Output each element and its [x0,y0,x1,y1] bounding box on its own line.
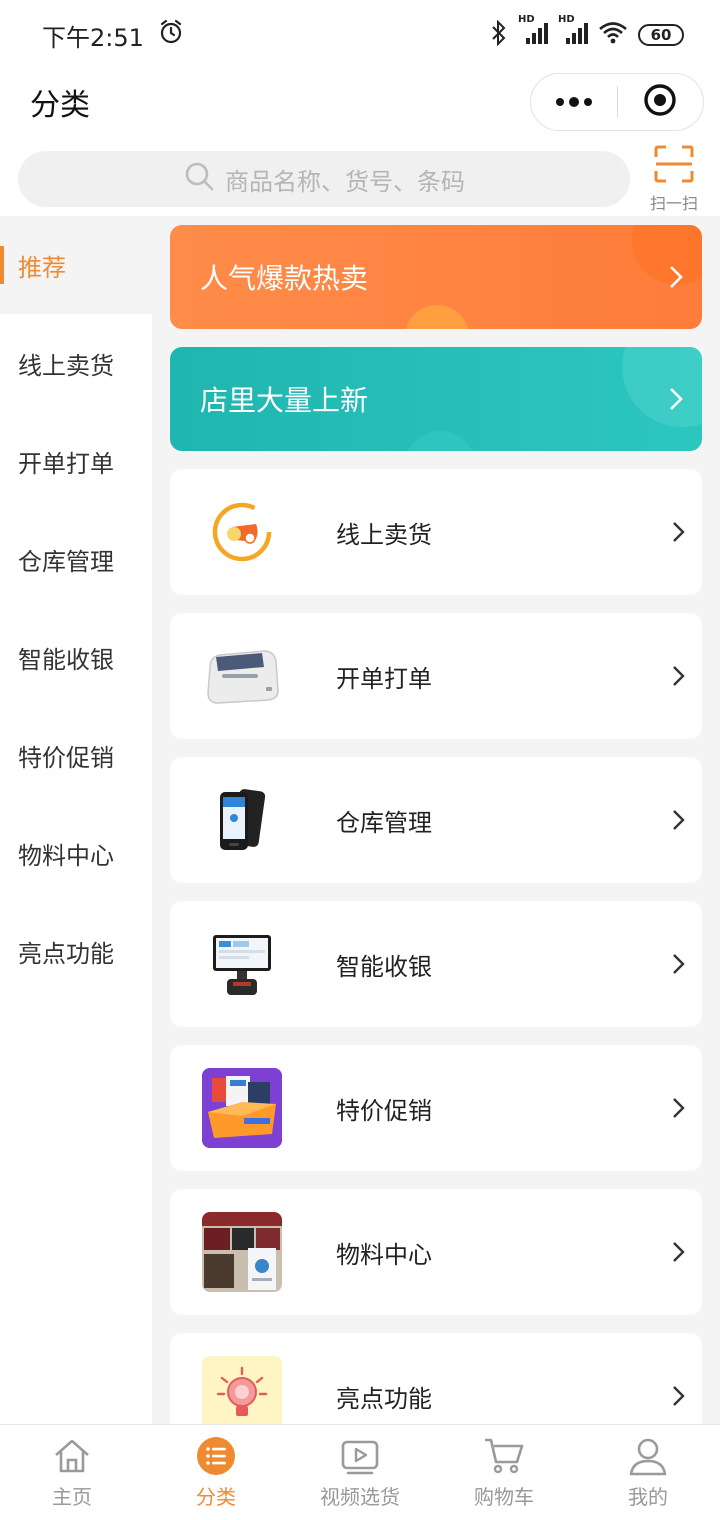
sidebar-item-smart-cashier[interactable]: 智能收银 [0,608,152,706]
sidebar-item-label: 智能收银 [18,645,114,674]
sidebar-item-billing[interactable]: 开单打单 [0,412,152,510]
banner-decoration [622,347,702,427]
tab-cart[interactable]: 购物车 [432,1425,576,1520]
sidebar-item-label: 亮点功能 [18,939,114,968]
chevron-right-icon [673,1098,685,1118]
alarm-icon [158,19,184,51]
bottom-tab-bar: 主页 分类 视频选货 购物车 我的 [0,1424,720,1520]
category-card-promotion[interactable]: 特价促销 [170,1045,702,1171]
category-main: 人气爆款热卖 店里大量上新 线上卖货 开单打单 仓库管理 智能收银 特价促销 物… [170,216,702,1424]
sidebar-item-online-sales[interactable]: 线上卖货 [0,314,152,412]
tab-label: 购物车 [474,1485,534,1509]
chevron-right-icon [673,1242,685,1262]
category-sidebar: 推荐 线上卖货 开单打单 仓库管理 智能收银 特价促销 物料中心 亮点功能 [0,216,152,1424]
pos-terminal-icon [202,924,282,1004]
sidebar-item-label: 线上卖货 [18,351,114,380]
page-title: 分类 [30,88,90,123]
sidebar-item-warehouse[interactable]: 仓库管理 [0,510,152,608]
tab-category[interactable]: 分类 [144,1425,288,1520]
battery-indicator: 60 [638,24,684,46]
scan-icon [653,144,695,188]
tab-label: 分类 [196,1485,236,1509]
search-icon [183,160,215,198]
signal-icon-1: HD [518,14,548,50]
tab-video-selection[interactable]: 视频选货 [288,1425,432,1520]
category-card-smart-cashier[interactable]: 智能收银 [170,901,702,1027]
scan-button[interactable]: 扫一扫 [646,144,702,214]
chevron-right-icon [673,1386,685,1406]
category-card-highlights[interactable]: 亮点功能 [170,1333,702,1424]
search-row: 商品名称、货号、条码 扫一扫 [0,142,720,216]
signal-icon-2: HD [558,14,588,50]
category-card-warehouse[interactable]: 仓库管理 [170,757,702,883]
banner-decoration [405,305,469,329]
handheld-scanner-icon [202,780,282,860]
sidebar-item-promotion[interactable]: 特价促销 [0,706,152,804]
video-play-icon [340,1435,380,1477]
more-button[interactable] [531,74,617,130]
more-dots-icon [554,93,594,112]
category-card-materials[interactable]: 物料中心 [170,1189,702,1315]
user-icon [628,1435,668,1477]
banner-decoration [632,225,702,285]
app-header: 分类 [0,70,720,134]
promotion-box-icon [202,1068,282,1148]
lightbulb-icon [202,1356,282,1424]
status-bar: 下午2:51 HD HD 60 [0,0,720,70]
bluetooth-icon [490,19,508,50]
chevron-right-icon [670,266,683,288]
miniprogram-capsule [530,73,704,131]
tab-label: 主页 [52,1485,92,1509]
tab-home[interactable]: 主页 [0,1425,144,1520]
banner-label: 店里大量上新 [200,384,369,417]
online-sales-icon [202,492,282,572]
tab-label: 我的 [628,1485,668,1509]
tab-label: 视频选货 [320,1485,400,1509]
status-time: 下午2:51 [42,23,144,52]
sidebar-item-label: 物料中心 [18,841,114,870]
search-placeholder: 商品名称、货号、条码 [225,167,465,196]
close-miniprogram-button[interactable] [618,74,704,130]
category-card-online-sales[interactable]: 线上卖货 [170,469,702,595]
chevron-right-icon [673,810,685,830]
home-icon [52,1435,92,1477]
card-label: 物料中心 [336,1240,432,1269]
cart-icon [483,1435,525,1477]
sidebar-item-label: 特价促销 [18,743,114,772]
scan-label: 扫一扫 [649,194,698,213]
card-label: 仓库管理 [336,808,432,837]
search-input[interactable]: 商品名称、货号、条码 [18,151,630,207]
new-arrivals-banner[interactable]: 店里大量上新 [170,347,702,451]
category-list-icon [196,1435,236,1477]
chevron-right-icon [673,522,685,542]
banner-decoration [405,431,475,451]
chevron-right-icon [670,388,683,410]
materials-shelf-icon [202,1212,282,1292]
category-content: 推荐 线上卖货 开单打单 仓库管理 智能收银 特价促销 物料中心 亮点功能 人气… [0,216,720,1424]
sidebar-item-materials[interactable]: 物料中心 [0,804,152,902]
category-card-billing[interactable]: 开单打单 [170,613,702,739]
chevron-right-icon [673,666,685,686]
card-label: 线上卖货 [336,520,432,549]
card-label: 特价促销 [336,1096,432,1125]
banner-label: 人气爆款热卖 [200,262,369,295]
sidebar-item-label: 开单打单 [18,449,114,478]
hot-sellers-banner[interactable]: 人气爆款热卖 [170,225,702,329]
receipt-printer-icon [202,636,282,716]
card-label: 亮点功能 [336,1384,432,1413]
tab-profile[interactable]: 我的 [576,1425,720,1520]
card-label: 智能收银 [336,952,432,981]
sidebar-item-recommend[interactable]: 推荐 [0,216,152,314]
network-type-label-1: HD [518,14,535,25]
sidebar-item-label: 仓库管理 [18,547,114,576]
sidebar-item-label: 推荐 [18,253,66,282]
card-label: 开单打单 [336,664,432,693]
target-circle-icon [643,83,677,121]
wifi-icon [598,21,628,49]
network-type-label-2: HD [558,14,575,25]
chevron-right-icon [673,954,685,974]
sidebar-item-highlights[interactable]: 亮点功能 [0,902,152,1000]
